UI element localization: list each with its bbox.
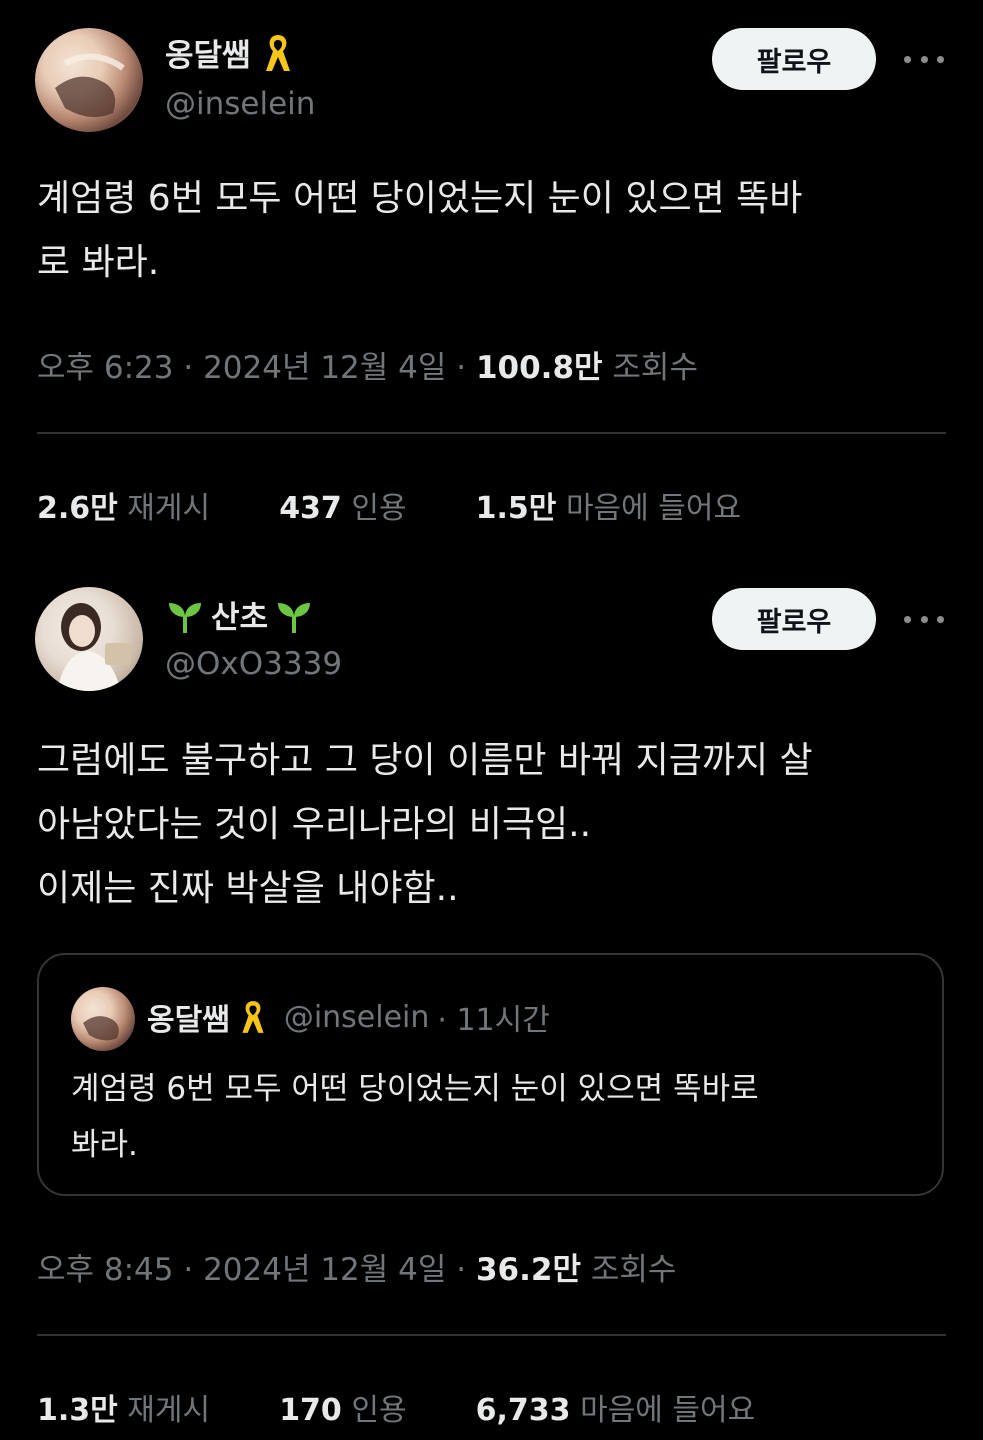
like-count-link[interactable]: 6,733 마음에 들어요	[476, 1393, 756, 1428]
avatar-image	[55, 53, 125, 117]
avatar[interactable]	[35, 28, 143, 132]
tweet-meta: 오후 8:45 · 2024년 12월 4일 · 36.2만 조회수	[37, 1244, 676, 1289]
divider	[37, 1334, 946, 1336]
tweet-stats: 1.3만 재게시 170 인용 6,733 마음에 들어요	[37, 1385, 755, 1429]
handle[interactable]: @OxO3339	[165, 646, 342, 682]
sprout-icon	[169, 602, 201, 633]
sprout-icon	[278, 602, 311, 633]
quoted-text: 계엄령 6번 모두 어떤 당이었는지 눈이 있으면 똑바로 봐라.	[71, 1071, 759, 1163]
tweet-text: 계엄령 6번 모두 어떤 당이었는지 눈이 있으면 똑바 로 봐라.	[37, 178, 803, 283]
tweet-meta: 오후 6:23 · 2024년 12월 4일 · 100.8만 조회수	[37, 342, 698, 387]
more-options-icon[interactable]	[904, 52, 944, 66]
follow-button[interactable]: 팔로우	[712, 588, 876, 650]
yellow-ribbon-icon	[242, 1001, 264, 1033]
avatar-image	[57, 603, 131, 691]
timestamp[interactable]: 오후 6:23 · 2024년 12월 4일 ·	[37, 350, 476, 386]
more-options-icon[interactable]	[904, 612, 944, 626]
view-label: 조회수	[602, 350, 698, 386]
quote-count-link[interactable]: 170 인용	[279, 1393, 406, 1428]
handle[interactable]: @inselein	[165, 86, 315, 122]
quoted-tweet[interactable]: 옹달쌤 @inselein · 11시간 계엄령 6번 모두 어떤 당이었는지 …	[37, 953, 944, 1196]
divider	[37, 432, 946, 434]
yellow-ribbon-icon	[265, 34, 290, 71]
quoted-handle: @inselein	[283, 999, 430, 1035]
view-label: 조회수	[580, 1252, 677, 1288]
follow-button[interactable]: 팔로우	[712, 28, 876, 90]
quoted-avatar	[71, 987, 135, 1051]
timestamp[interactable]: 오후 8:45 · 2024년 12월 4일 ·	[37, 1252, 476, 1288]
like-count-link[interactable]: 1.5만 마음에 들어요	[476, 491, 741, 526]
avatar[interactable]	[35, 587, 143, 691]
display-name[interactable]: 산초	[211, 592, 268, 637]
view-count: 100.8만	[475, 350, 603, 386]
quote-count-link[interactable]: 437 인용	[279, 491, 406, 526]
tweet-stats: 2.6만 재게시 437 인용 1.5만 마음에 들어요	[37, 483, 741, 527]
quoted-display-name: 옹달쌤	[147, 1003, 230, 1038]
quoted-age: · 11시간	[437, 1003, 550, 1038]
tweet-text: 그럼에도 불구하고 그 당이 이름만 바꿔 지금까지 살 아남았다는 것이 우리…	[37, 740, 813, 909]
avatar-image	[83, 1016, 119, 1041]
display-name[interactable]: 옹달쌤	[165, 30, 251, 75]
repost-count-link[interactable]: 2.6만 재게시	[37, 491, 210, 526]
repost-count-link[interactable]: 1.3만 재게시	[37, 1393, 210, 1428]
view-count: 36.2만	[475, 1252, 581, 1288]
